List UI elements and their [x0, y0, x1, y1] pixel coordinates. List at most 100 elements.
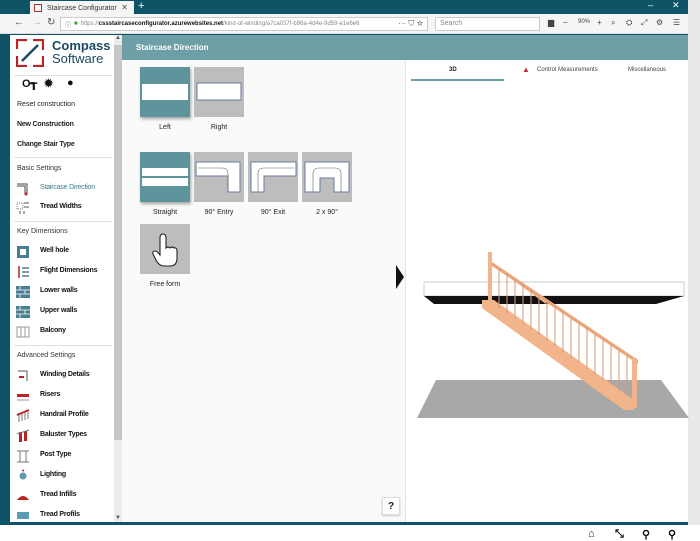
zoom-level: 90%	[578, 19, 591, 25]
shape-free-form-label: Free form	[149, 281, 181, 288]
options-panel: Left Right Straight 90° Entry 90° Exit 2…	[122, 35, 405, 523]
section-basic-settings: Basic Settings	[17, 165, 62, 172]
flight-dimensions-icon	[18, 266, 29, 278]
screenshot-icon[interactable]: ⛭	[626, 18, 632, 28]
sidebar-item-well-hole[interactable]: Well hole	[14, 243, 112, 261]
shape-2x90-option[interactable]	[302, 152, 352, 202]
straight-stair-icon	[142, 168, 188, 186]
tread-infill-icon	[17, 496, 29, 500]
scroll-up-icon[interactable]: ▲	[115, 35, 121, 41]
shape-90-exit-option[interactable]	[248, 152, 298, 202]
shape-2x90-label: 2 x 90°	[316, 209, 338, 216]
sidebar-item-upper-walls[interactable]: Upper walls	[14, 303, 112, 321]
browser-tab[interactable]: Staircase Configurator ✕	[30, 1, 134, 15]
3d-viewer: 3D ▲ Control Measurements Miscellaneous	[405, 60, 689, 541]
sidebar-item-lower-walls[interactable]: Lower walls	[14, 283, 112, 301]
panel-header: Staircase Direction	[122, 35, 688, 60]
shape-90-entry-option[interactable]	[194, 152, 244, 202]
url-bar[interactable]: ⓘ ■ https:// cssstaircaseconfigurator.az…	[60, 17, 428, 31]
sidebar: Compass Software O┱ ✹ ● Reset constructi…	[10, 35, 112, 523]
winding-icon	[18, 370, 28, 381]
scroll-down-icon[interactable]: ▼	[115, 515, 121, 521]
sidebar-item-tread-widths[interactable]: Tread Widths	[14, 199, 112, 217]
print-icon[interactable]: ▆	[548, 18, 554, 27]
zoom-in-view-icon[interactable]: ⚲	[668, 528, 676, 541]
zoom-out-view-icon[interactable]: ⚲	[642, 528, 650, 541]
reset-construction-link[interactable]: Reset construction	[17, 101, 75, 108]
search-icon[interactable]: ⌕	[611, 18, 615, 28]
forward-icon[interactable]: →	[32, 17, 42, 28]
sidebar-item-flight-dimensions[interactable]: Flight Dimensions	[14, 263, 112, 281]
direction-left-label: Left	[159, 124, 171, 131]
fullscreen-icon[interactable]: ⤢	[641, 18, 647, 28]
tab-miscellaneous[interactable]: Miscellaneous	[628, 67, 666, 73]
shape-straight-label: Straight	[152, 209, 178, 216]
section-advanced-settings: Advanced Settings	[17, 352, 76, 359]
90-exit-stair-icon	[250, 161, 297, 193]
post-icon	[17, 450, 29, 463]
zoom-in-icon[interactable]: +	[597, 18, 602, 27]
sidebar-item-handrail-profile[interactable]: Handrail Profile	[14, 407, 112, 425]
reload-icon[interactable]: ↻	[47, 17, 55, 28]
lower-walls-icon	[16, 286, 30, 298]
change-stair-type-link[interactable]: Change Stair Type	[17, 141, 75, 148]
menu-icon[interactable]: ☰	[673, 18, 680, 27]
top-post	[488, 252, 492, 302]
page-actions[interactable]: ··· ⛉ ☆	[398, 19, 423, 29]
direction-right-label: Right	[210, 124, 228, 131]
fit-to-screen-icon[interactable]: ⤡	[615, 528, 624, 541]
sidebar-item-winding-details[interactable]: Winding Details	[14, 367, 112, 385]
gear-icon[interactable]: ✹	[44, 77, 53, 90]
info-icon[interactable]: ●	[67, 77, 74, 89]
new-tab-button[interactable]: +	[138, 0, 144, 12]
shape-90-exit-label: 90° Exit	[260, 209, 286, 216]
shape-90-entry-label: 90° Entry	[204, 209, 234, 216]
settings-icon[interactable]: ⚙	[656, 18, 663, 27]
scrollbar-thumb[interactable]	[114, 45, 122, 440]
floor-plane	[417, 380, 689, 418]
active-tab-indicator	[411, 79, 504, 81]
tab-3d[interactable]: 3D	[449, 67, 457, 73]
panel-title: Staircase Direction	[136, 43, 209, 52]
zoom-out-icon[interactable]: −	[563, 18, 568, 27]
warning-icon: ▲	[522, 65, 530, 74]
balcony-icon	[16, 326, 30, 338]
home-view-icon[interactable]: ⌂	[588, 528, 595, 540]
title-bar: Staircase Configurator ✕ + – ✕	[0, 0, 688, 15]
tread-widths-icon	[16, 202, 29, 214]
new-construction-link[interactable]: New Construction	[17, 121, 74, 128]
well-hole-icon	[17, 246, 29, 258]
90-entry-stair-icon	[195, 161, 241, 193]
brand-name: Compass Software	[52, 38, 111, 66]
close-tab-icon[interactable]: ✕	[121, 3, 128, 12]
compass-logo-icon	[16, 39, 44, 67]
direction-left-option[interactable]	[140, 67, 190, 117]
favicon-icon	[34, 4, 42, 12]
tab-control-measurements[interactable]: Control Measurements	[537, 67, 598, 73]
key-icon[interactable]: O┱	[22, 77, 37, 90]
sidebar-item-post-type[interactable]: Post Type	[14, 447, 112, 465]
sidebar-item-lighting[interactable]: Lighting	[14, 467, 112, 485]
sidebar-item-tread-profils[interactable]: Tread Profils	[14, 507, 112, 523]
minimize-button[interactable]: –	[648, 0, 653, 10]
collapse-panel-arrow-icon[interactable]	[396, 265, 404, 289]
shape-free-form-option[interactable]	[140, 224, 190, 274]
direction-right-option[interactable]	[194, 67, 244, 117]
sidebar-item-staircase-direction[interactable]: Staircase Direction	[14, 180, 112, 198]
tab-title: Staircase Configurator	[47, 4, 117, 12]
search-input[interactable]: Search	[435, 17, 540, 31]
sidebar-item-balcony[interactable]: Balcony	[14, 323, 112, 341]
sidebar-item-baluster-types[interactable]: Baluster Types	[14, 427, 112, 445]
baluster-icon	[16, 429, 30, 442]
2x90-stair-icon	[304, 161, 350, 193]
sidebar-item-tread-infills[interactable]: Tread Infills	[14, 487, 112, 505]
sidebar-item-risers[interactable]: Risers	[14, 387, 112, 405]
hand-pointer-icon	[152, 233, 178, 267]
slab-shadow	[424, 296, 684, 304]
shape-straight-option[interactable]	[140, 152, 190, 202]
back-icon[interactable]: ←	[14, 17, 24, 28]
sidebar-scrollbar[interactable]: ▲ ▼	[114, 35, 122, 523]
help-button[interactable]: ?	[382, 497, 400, 515]
close-window-button[interactable]: ✕	[672, 0, 680, 11]
direction-icon	[17, 183, 28, 196]
